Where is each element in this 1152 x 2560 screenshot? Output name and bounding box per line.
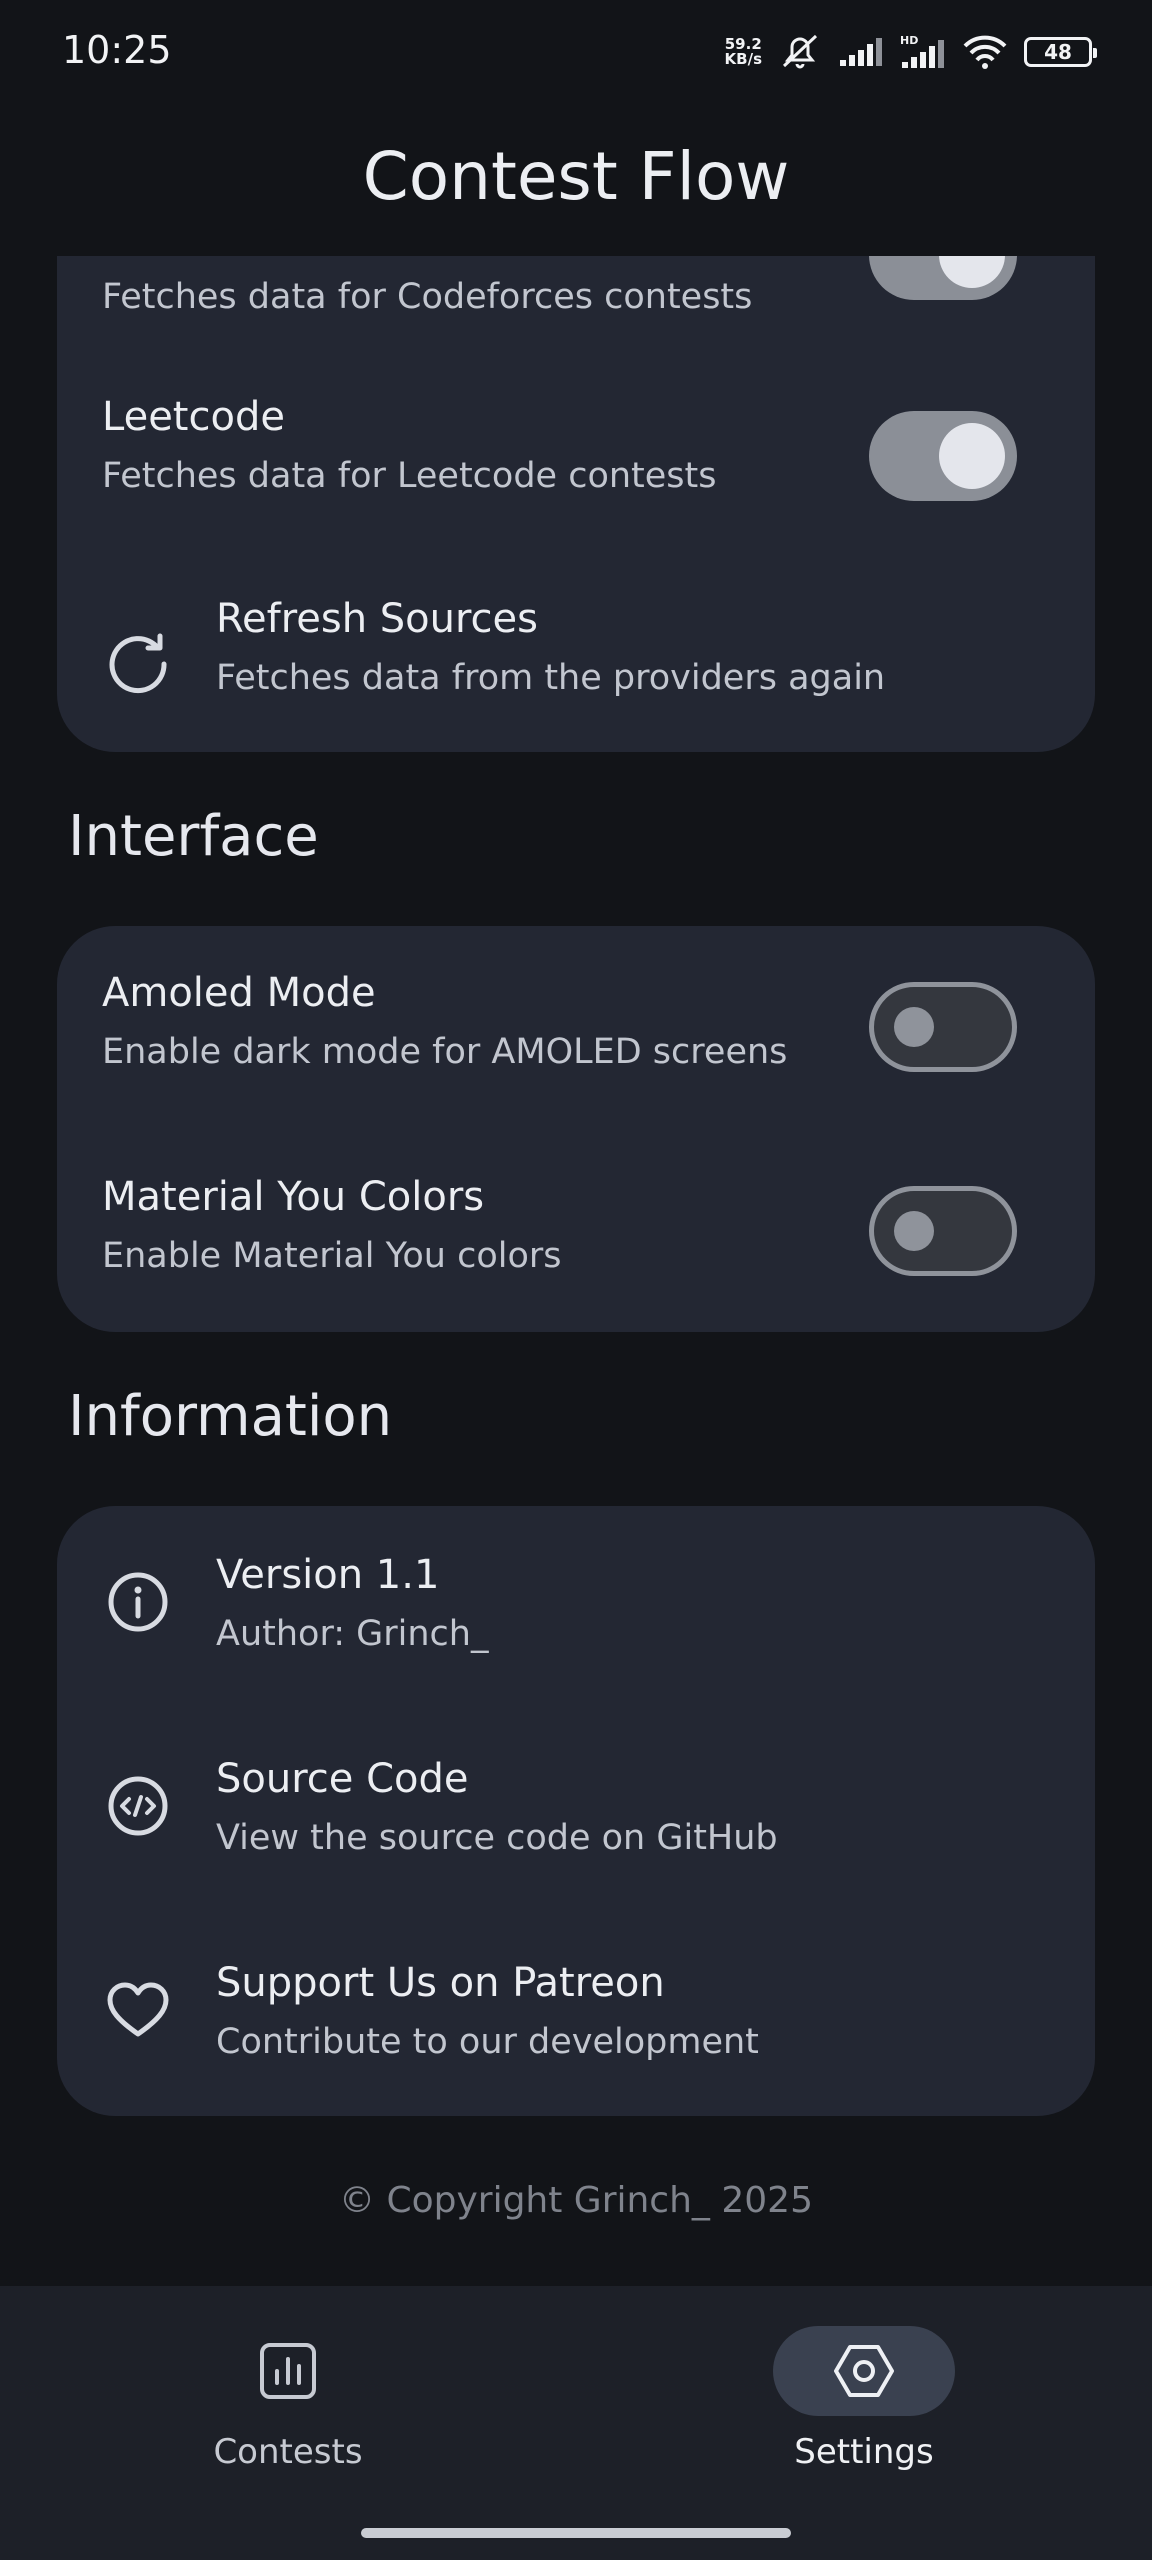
- heart-icon: [107, 1982, 169, 2037]
- nav-pill-contests: [197, 2326, 379, 2416]
- interface-header: Interface: [68, 804, 319, 869]
- patreon-row[interactable]: Support Us on Patreon Contribute to our …: [57, 1914, 1095, 2116]
- refresh-icon: [109, 633, 167, 694]
- source-code-row[interactable]: Source Code View the source code on GitH…: [57, 1710, 1095, 1914]
- home-indicator: [361, 2528, 791, 2538]
- amoled-mode-title: Amoled Mode: [102, 970, 376, 1016]
- network-speed-unit: KB/s: [724, 50, 762, 68]
- nav-label-settings: Settings: [794, 2432, 934, 2472]
- version-row[interactable]: Version 1.1 Author: Grinch_: [57, 1506, 1095, 1710]
- amoled-mode-row[interactable]: Amoled Mode Enable dark mode for AMOLED …: [57, 926, 1095, 1126]
- source-code-subtitle: View the source code on GitHub: [216, 1818, 778, 1858]
- nav-item-settings[interactable]: Settings: [714, 2326, 1014, 2472]
- refresh-sources-title: Refresh Sources: [216, 596, 538, 642]
- version-title: Version 1.1: [216, 1552, 440, 1598]
- toggle-knob: [894, 1007, 934, 1047]
- bar-chart-icon: [260, 2343, 316, 2399]
- leetcode-subtitle: Fetches data for Leetcode contests: [102, 456, 717, 496]
- codeforces-row[interactable]: Fetches data for Codeforces contests: [57, 256, 1095, 376]
- settings-scroll-area[interactable]: Fetches data for Codeforces contests Lee…: [0, 256, 1152, 2284]
- status-time: 10:25: [62, 28, 172, 72]
- network-speed: 59.2 KB/s: [725, 37, 762, 67]
- amoled-mode-subtitle: Enable dark mode for AMOLED screens: [102, 1032, 788, 1072]
- refresh-sources-subtitle: Fetches data from the providers again: [216, 658, 886, 698]
- wifi-icon: [963, 35, 1007, 69]
- toggle-knob: [894, 1211, 934, 1251]
- signal-hd-icon: HD: [900, 34, 944, 68]
- app-title: Contest Flow: [362, 138, 790, 215]
- sources-card: Fetches data for Codeforces contests Lee…: [57, 256, 1095, 752]
- interface-card: Amoled Mode Enable dark mode for AMOLED …: [57, 926, 1095, 1332]
- codeforces-toggle[interactable]: [869, 256, 1017, 300]
- material-you-row[interactable]: Material You Colors Enable Material You …: [57, 1126, 1095, 1332]
- toggle-knob: [939, 256, 1005, 288]
- information-card: Version 1.1 Author: Grinch_ Source Code …: [57, 1506, 1095, 2116]
- codeforces-subtitle: Fetches data for Codeforces contests: [102, 277, 753, 317]
- bottom-navigation: Contests Settings: [0, 2286, 1152, 2560]
- info-icon: [108, 1572, 168, 1632]
- nav-pill-settings: [773, 2326, 955, 2416]
- version-subtitle: Author: Grinch_: [216, 1614, 489, 1654]
- patreon-subtitle: Contribute to our development: [216, 2022, 759, 2062]
- nav-item-contests[interactable]: Contests: [138, 2326, 438, 2472]
- status-icons: 59.2 KB/s HD 48: [725, 32, 1097, 72]
- information-header: Information: [68, 1384, 393, 1449]
- code-icon: [108, 1776, 168, 1836]
- leetcode-title: Leetcode: [102, 394, 285, 440]
- leetcode-toggle[interactable]: [869, 411, 1017, 501]
- battery-icon: 48: [1024, 37, 1097, 67]
- settings-icon: [834, 2345, 894, 2397]
- material-you-title: Material You Colors: [102, 1174, 485, 1220]
- patreon-title: Support Us on Patreon: [216, 1960, 665, 2006]
- leetcode-row[interactable]: Leetcode Fetches data for Leetcode conte…: [57, 376, 1095, 576]
- nav-label-contests: Contests: [213, 2432, 363, 2472]
- bell-off-icon: [782, 34, 818, 69]
- amoled-mode-toggle[interactable]: [869, 982, 1017, 1072]
- material-you-toggle[interactable]: [869, 1186, 1017, 1276]
- svg-text:HD: HD: [900, 34, 918, 47]
- copyright-text: © Copyright Grinch_ 2025: [339, 2180, 813, 2221]
- refresh-sources-row[interactable]: Refresh Sources Fetches data from the pr…: [57, 576, 1095, 752]
- battery-level: 48: [1044, 40, 1072, 64]
- toggle-knob: [939, 423, 1005, 489]
- material-you-subtitle: Enable Material You colors: [102, 1236, 562, 1276]
- status-bar: 10:25 59.2 KB/s HD 48: [0, 0, 1152, 110]
- signal-icon: [840, 38, 882, 66]
- source-code-title: Source Code: [216, 1756, 469, 1802]
